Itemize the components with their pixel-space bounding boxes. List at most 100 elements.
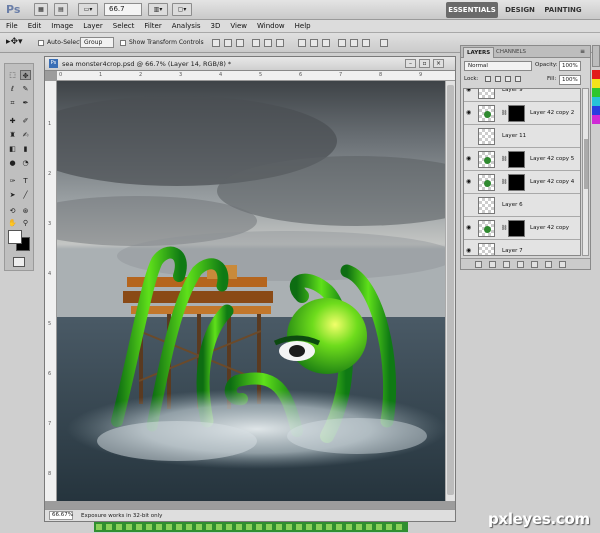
auto-select-option[interactable]: Auto-Select: — [38, 39, 84, 46]
align-left-icon[interactable] — [252, 39, 260, 47]
clone-stamp-icon[interactable]: ♜ — [7, 130, 18, 140]
blur-tool-icon[interactable]: ● — [7, 158, 18, 168]
lock-all-icon[interactable] — [515, 76, 521, 82]
eraser-tool-icon[interactable]: ◧ — [7, 144, 18, 154]
tab-layers[interactable]: LAYERS — [463, 47, 495, 58]
align-top-icon[interactable] — [212, 39, 220, 47]
quick-mask-icon[interactable] — [13, 257, 25, 267]
auto-align-icon[interactable] — [380, 39, 388, 47]
align-vcenter-icon[interactable] — [224, 39, 232, 47]
link-layers-icon[interactable] — [475, 261, 482, 268]
distribute-vcenter-icon[interactable] — [310, 39, 318, 47]
layer-mask-thumbnail[interactable] — [508, 174, 525, 191]
mask-link-icon[interactable]: ⛓ — [501, 179, 507, 185]
layer-row[interactable]: ◉ ⛓ Layer 42 copy 5 — [464, 148, 580, 171]
move-tool-preset-icon[interactable]: ▸✥▾ — [6, 37, 23, 47]
distribute-top-icon[interactable] — [298, 39, 306, 47]
hand-tool-icon[interactable]: ✋ — [7, 218, 18, 228]
menu-filter[interactable]: Filter — [144, 20, 161, 32]
menu-select[interactable]: Select — [113, 20, 135, 32]
lock-transparency-icon[interactable] — [485, 76, 491, 82]
panel-menu-icon[interactable]: ≡ — [580, 48, 585, 55]
eyedropper-tool-icon[interactable]: ✒ — [20, 98, 31, 108]
workspace-design-button[interactable]: DESIGN — [502, 2, 538, 18]
horizontal-ruler[interactable]: 0 1 2 3 4 5 6 7 8 9 — [57, 71, 455, 81]
swatch-red[interactable] — [592, 70, 600, 79]
collapsed-panel-strip[interactable] — [592, 45, 600, 67]
menu-layer[interactable]: Layer — [83, 20, 103, 32]
zoom-tool-icon[interactable]: ⚲ — [20, 218, 31, 228]
mask-link-icon[interactable]: ⛓ — [501, 110, 507, 116]
workspace-essentials-button[interactable]: ESSENTIALS — [446, 2, 498, 18]
auto-select-checkbox[interactable] — [38, 39, 44, 46]
maximize-button[interactable]: ▫ — [419, 59, 430, 68]
minimize-button[interactable]: – — [405, 59, 416, 68]
3d-orbit-icon[interactable]: ⊛ — [20, 206, 31, 216]
visibility-eye-icon[interactable]: ◉ — [466, 248, 474, 254]
distribute-left-icon[interactable] — [338, 39, 346, 47]
menu-edit[interactable]: Edit — [28, 20, 42, 32]
swatch-yellow[interactable] — [592, 79, 600, 88]
visibility-eye-icon[interactable] — [466, 202, 474, 208]
arrange-documents-icon[interactable]: ▥▾ — [148, 3, 168, 16]
fill-field[interactable]: 100% — [559, 75, 581, 85]
mini-bridge-icon[interactable]: ▤ — [54, 3, 68, 16]
visibility-eye-icon[interactable]: ◉ — [466, 225, 474, 231]
brush-tool-icon[interactable]: ✐ — [20, 116, 31, 126]
gradient-tool-icon[interactable]: ▮ — [20, 144, 31, 154]
menu-window[interactable]: Window — [257, 20, 285, 32]
add-mask-icon[interactable] — [503, 261, 510, 268]
3d-rotate-icon[interactable]: ⟲ — [7, 206, 18, 216]
lock-position-icon[interactable] — [505, 76, 511, 82]
move-tool-icon[interactable]: ✥ — [20, 70, 31, 80]
new-layer-icon[interactable] — [545, 261, 552, 268]
swatch-cyan[interactable] — [592, 97, 600, 106]
pen-tool-icon[interactable]: ✑ — [7, 176, 18, 186]
marquee-tool-icon[interactable]: ⬚ — [7, 70, 18, 80]
visibility-eye-icon[interactable]: ◉ — [466, 110, 474, 116]
layer-mask-thumbnail[interactable] — [508, 151, 525, 168]
mask-link-icon[interactable]: ⛓ — [501, 156, 507, 162]
layer-row[interactable]: ◉ ⛓ Layer 42 copy 2 — [464, 102, 580, 125]
show-transform-checkbox[interactable] — [120, 39, 126, 46]
shape-tool-icon[interactable]: ╱ — [20, 190, 31, 200]
swatch-magenta[interactable] — [592, 115, 600, 124]
opacity-field[interactable]: 100% — [559, 61, 581, 71]
bridge-icon[interactable]: ▦ — [34, 3, 48, 16]
canvas-artwork[interactable] — [57, 81, 445, 501]
dodge-tool-icon[interactable]: ◔ — [20, 158, 31, 168]
visibility-eye-icon[interactable] — [466, 133, 474, 139]
lock-pixels-icon[interactable] — [495, 76, 501, 82]
layers-scroll-thumb[interactable] — [584, 139, 588, 189]
screen-mode-icon[interactable]: ▢▾ — [172, 3, 192, 16]
zoom-level-field[interactable]: 66.7 — [104, 3, 142, 16]
vertical-scrollbar[interactable] — [445, 81, 455, 501]
layer-row[interactable]: ◉ Layer 7 — [464, 240, 580, 255]
distribute-bottom-icon[interactable] — [322, 39, 330, 47]
show-transform-option[interactable]: Show Transform Controls — [120, 39, 204, 46]
crop-tool-icon[interactable]: ⌗ — [7, 98, 18, 108]
mask-link-icon[interactable]: ⛓ — [501, 225, 507, 231]
layer-row[interactable]: ◉ ⛓ Layer 42 copy — [464, 217, 580, 240]
layer-row[interactable]: Layer 6 — [464, 194, 580, 217]
align-hcenter-icon[interactable] — [264, 39, 272, 47]
layer-row[interactable]: Layer 11 — [464, 125, 580, 148]
document-tab[interactable]: Ps sea monster4crop.psd @ 66.7% (Layer 1… — [45, 57, 455, 71]
workspace-painting-button[interactable]: PAINTING — [542, 2, 584, 18]
layer-row[interactable]: ◉ Layer 9 — [464, 89, 580, 102]
quick-select-tool-icon[interactable]: ✎ — [20, 84, 31, 94]
layer-style-icon[interactable] — [489, 261, 496, 268]
foreground-color-swatch[interactable] — [8, 230, 22, 244]
distribute-right-icon[interactable] — [362, 39, 370, 47]
align-right-icon[interactable] — [276, 39, 284, 47]
menu-image[interactable]: Image — [51, 20, 73, 32]
layer-mask-thumbnail[interactable] — [508, 220, 525, 237]
healing-brush-icon[interactable]: ✚ — [7, 116, 18, 126]
delete-layer-icon[interactable] — [559, 261, 566, 268]
zoom-percent-field[interactable]: 66.67% — [49, 511, 73, 520]
menu-analysis[interactable]: Analysis — [172, 20, 201, 32]
blend-mode-dropdown[interactable]: Normal — [464, 61, 532, 71]
swatch-blue[interactable] — [592, 106, 600, 115]
vertical-ruler[interactable]: 1 2 3 4 5 6 7 8 — [45, 81, 57, 501]
layer-row[interactable]: ◉ ⛓ Layer 42 copy 4 — [464, 171, 580, 194]
